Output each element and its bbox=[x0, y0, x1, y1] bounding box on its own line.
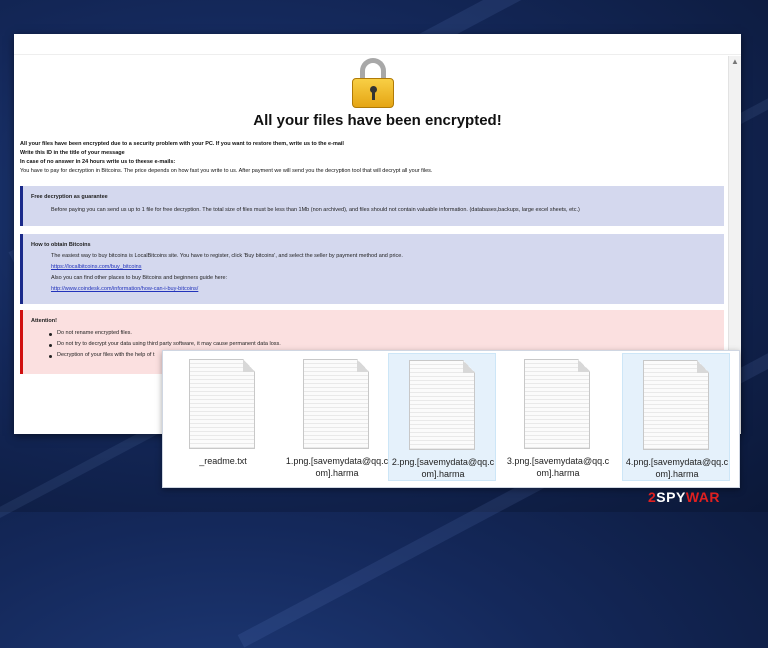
file-item[interactable]: 3.png.[savemydata@qq.com].harma bbox=[504, 353, 612, 481]
intro-line: Write this ID in the title of your messa… bbox=[20, 150, 125, 156]
document-icon bbox=[303, 359, 369, 449]
file-name: _readme.txt bbox=[199, 456, 247, 466]
section-text: The easiest way to buy bitcoins is Local… bbox=[51, 253, 403, 259]
bullet-icon bbox=[49, 355, 52, 358]
intro-line: You have to pay for decryption in Bitcoi… bbox=[20, 168, 433, 174]
how-to-obtain-box: How to obtain Bitcoins The easiest way t… bbox=[20, 234, 724, 304]
file-name: 1.png.[savemydata@qq.com].harma bbox=[285, 456, 389, 478]
attention-item: Do not rename encrypted files. bbox=[57, 330, 132, 336]
document-icon bbox=[643, 360, 709, 450]
file-item[interactable]: 2.png.[savemydata@qq.com].harma bbox=[388, 353, 496, 481]
file-explorer-pane: _readme.txt 1.png.[savemydata@qq.com].ha… bbox=[162, 350, 740, 488]
section-title: Attention! bbox=[31, 318, 57, 324]
page-title: All your files have been encrypted! bbox=[253, 112, 502, 129]
bullet-icon bbox=[49, 333, 52, 336]
section-text: Before paying you can send us up to 1 fi… bbox=[51, 207, 580, 213]
bullet-icon bbox=[49, 344, 52, 347]
file-item[interactable]: 1.png.[savemydata@qq.com].harma bbox=[283, 353, 391, 481]
file-name: 3.png.[savemydata@qq.com].harma bbox=[506, 456, 610, 478]
free-decryption-box: Free decryption as guarantee Before payi… bbox=[20, 186, 724, 226]
localbitcoins-link[interactable]: https://localbitcoins.com/buy_bitcoins bbox=[51, 264, 142, 270]
intro-line: All your files have been encrypted due t… bbox=[20, 141, 344, 147]
document-icon bbox=[524, 359, 590, 449]
section-title: Free decryption as guarantee bbox=[31, 194, 108, 200]
document-icon bbox=[409, 360, 475, 450]
section-text: Also you can find other places to buy Bi… bbox=[51, 275, 228, 281]
intro-text: All your files have been encrypted due t… bbox=[20, 140, 720, 176]
file-name: 2.png.[savemydata@qq.com].harma bbox=[391, 457, 495, 479]
section-title: How to obtain Bitcoins bbox=[31, 242, 91, 248]
coindesk-link[interactable]: http://www.coindesk.com/information/how-… bbox=[51, 286, 198, 292]
intro-line: In case of no answer in 24 hours write u… bbox=[20, 159, 176, 165]
file-item[interactable]: 4.png.[savemydata@qq.com].harma bbox=[622, 353, 730, 481]
window-topbar bbox=[14, 34, 741, 55]
attention-item: Do not try to decrypt your data using th… bbox=[57, 341, 281, 347]
file-item[interactable]: _readme.txt bbox=[169, 353, 277, 481]
file-name: 4.png.[savemydata@qq.com].harma bbox=[625, 457, 729, 479]
document-icon bbox=[189, 359, 255, 449]
attention-item: Decryption of your files with the help o… bbox=[57, 352, 155, 358]
scroll-up-arrow-icon[interactable]: ▲ bbox=[731, 58, 739, 66]
watermark-logo: 2SPYWAR bbox=[648, 489, 720, 505]
padlock-icon bbox=[352, 58, 394, 108]
